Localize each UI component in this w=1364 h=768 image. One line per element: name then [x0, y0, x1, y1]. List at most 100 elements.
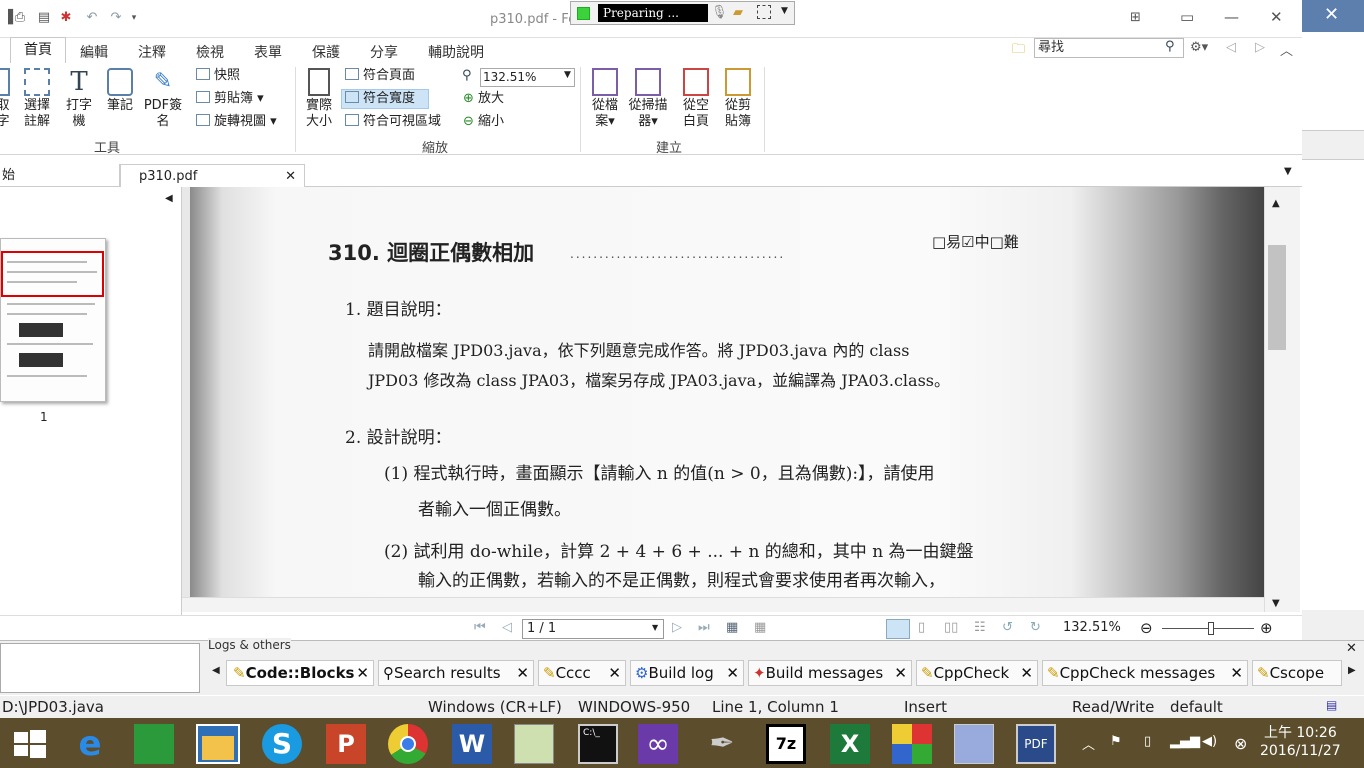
ribbon-typewriter[interactable]: T 打字機: [62, 68, 96, 130]
codeblocks-icon[interactable]: [514, 724, 554, 764]
tab-edit[interactable]: 編輯: [80, 42, 108, 62]
file-explorer-icon[interactable]: [196, 724, 240, 764]
actual-size-button[interactable]: 實際大小: [302, 68, 336, 130]
snapshot-button[interactable]: 快照: [196, 66, 240, 86]
from-blank-button[interactable]: 從空白頁: [678, 68, 714, 130]
volume-icon[interactable]: ◀): [1202, 734, 1217, 749]
rotate-left-icon[interactable]: ↺: [1002, 620, 1013, 635]
close-icon[interactable]: ✕: [1270, 8, 1283, 26]
zoom-out-button[interactable]: ⊖ 縮小: [463, 112, 504, 132]
undo-icon[interactable]: ↶: [84, 10, 100, 26]
log-tab-build-messages[interactable]: ✦Build messages ✕: [748, 660, 912, 686]
close-icon[interactable]: ✕: [894, 661, 907, 685]
start-button[interactable]: [10, 724, 50, 764]
7zip-icon[interactable]: 7z: [766, 724, 806, 764]
tab-form[interactable]: 表單: [254, 42, 282, 62]
close-icon[interactable]: ✕: [608, 661, 621, 685]
zoom-select[interactable]: 132.51%: [480, 68, 575, 87]
ribbon-extract-text[interactable]: 取字: [0, 68, 12, 130]
first-page-icon[interactable]: ⏮: [474, 620, 486, 635]
continuous-icon[interactable]: ▯: [918, 620, 925, 635]
scrollbar-thumb[interactable]: [1268, 245, 1286, 350]
clock[interactable]: 上午 10:26 2016/11/27: [1260, 724, 1341, 760]
notepad-icon[interactable]: [954, 724, 994, 764]
ribbon-pdf-sign[interactable]: ✎ PDF簽名: [143, 68, 183, 130]
last-page-icon[interactable]: ⏭: [698, 620, 710, 635]
battery-icon[interactable]: ▯: [1144, 734, 1151, 749]
customize-icon[interactable]: ▾: [126, 10, 142, 26]
next-page-icon[interactable]: ▷: [672, 620, 682, 635]
tab-comment[interactable]: 注釋: [138, 42, 166, 62]
close-icon[interactable]: ✕: [726, 661, 739, 685]
rotate-right-icon[interactable]: ↻: [1030, 620, 1041, 635]
next-result-icon[interactable]: ▷: [1255, 40, 1265, 55]
close-icon[interactable]: ✕: [356, 661, 369, 685]
log-tab-cppcheck-messages[interactable]: ✎CppCheck messages ✕: [1042, 660, 1248, 686]
redo-icon[interactable]: ↷: [108, 10, 124, 26]
close-icon[interactable]: ✕: [1324, 4, 1339, 25]
page-thumbnail[interactable]: [0, 238, 106, 402]
log-tab-cccc[interactable]: ✎Cccc ✕: [538, 660, 626, 686]
single-page-icon[interactable]: [886, 619, 910, 639]
fit-page-button[interactable]: 符合頁面: [345, 66, 415, 86]
from-scanner-button[interactable]: 從掃描器▾: [628, 68, 668, 130]
ribbon-note[interactable]: 筆記: [103, 68, 137, 114]
page-view-icon[interactable]: ▦: [754, 620, 766, 635]
close-icon[interactable]: ✕: [1230, 661, 1243, 685]
log-tab-build-log[interactable]: ⚙Build log ✕: [630, 660, 744, 686]
flag-icon[interactable]: ⚑: [1110, 734, 1122, 749]
scroll-down-icon[interactable]: ▼: [1272, 598, 1280, 609]
close-icon[interactable]: ✕: [1346, 641, 1357, 656]
new-icon[interactable]: ✱: [58, 10, 74, 26]
ribbon-select-annotation[interactable]: 選擇註解: [20, 68, 54, 130]
zoom-in-icon[interactable]: ⊕: [1260, 619, 1273, 637]
chevron-down-icon[interactable]: ▼: [652, 623, 658, 632]
collapse-ribbon-icon[interactable]: ︿: [1280, 40, 1293, 59]
visual-studio-icon[interactable]: ∞: [638, 724, 678, 764]
from-file-button[interactable]: 從檔案▾: [588, 68, 622, 130]
tab-share[interactable]: 分享: [370, 42, 398, 62]
feather-icon[interactable]: ✒: [702, 724, 742, 764]
collapse-panel-icon[interactable]: ◀: [165, 193, 173, 204]
rotate-view-button[interactable]: 旋轉視圖 ▾: [196, 112, 277, 132]
page-view-icon[interactable]: ▦: [726, 620, 738, 635]
region-icon[interactable]: [757, 5, 771, 19]
folder-search-icon[interactable]: 🗀: [1012, 40, 1025, 62]
close-icon[interactable]: ✕: [1020, 661, 1033, 685]
microphone-icon[interactable]: 🎙: [711, 5, 728, 20]
network-icon[interactable]: ▂▄▆: [1170, 734, 1200, 749]
chevron-down-icon[interactable]: ▼: [564, 70, 571, 80]
tab-protect[interactable]: 保護: [312, 42, 340, 62]
internet-explorer-icon[interactable]: e: [70, 724, 110, 764]
page-number-input[interactable]: 1 / 1: [522, 619, 664, 639]
prev-page-icon[interactable]: ◁: [502, 620, 512, 635]
foxit-reader-icon[interactable]: PDF: [1016, 724, 1056, 764]
save-icon[interactable]: ▤: [36, 10, 52, 26]
notification-icon[interactable]: ⊗: [1234, 734, 1247, 753]
word-icon[interactable]: W: [452, 724, 492, 764]
chevron-down-icon[interactable]: ▼: [781, 6, 788, 16]
close-tab-icon[interactable]: ✕: [285, 165, 296, 189]
store-icon[interactable]: [134, 724, 174, 764]
horizontal-scrollbar[interactable]: [182, 597, 1264, 612]
prev-result-icon[interactable]: ◁: [1226, 40, 1236, 55]
from-clipboard-button[interactable]: 從剪貼簿: [720, 68, 756, 130]
windows-logo-icon[interactable]: [892, 724, 932, 764]
minimize-icon[interactable]: —: [1224, 8, 1239, 26]
zoom-in-button[interactable]: ⊕ 放大: [463, 89, 504, 109]
print-icon[interactable]: ⎙: [12, 10, 28, 26]
log-tab-codeblocks[interactable]: ✎Code::Blocks ✕: [226, 660, 374, 686]
zoom-out-icon[interactable]: ⊖: [1140, 619, 1153, 637]
search-input[interactable]: 尋找: [1034, 38, 1184, 58]
fit-visible-button[interactable]: 符合可視區域: [345, 112, 441, 132]
log-tab-cscope[interactable]: ✎Cscope: [1252, 660, 1342, 686]
tab-list-icon[interactable]: ▼: [1284, 166, 1292, 177]
facing-icon[interactable]: ▯▯: [944, 620, 958, 635]
fit-width-button[interactable]: 符合寬度: [345, 89, 415, 109]
tab-scroll-left-icon[interactable]: ◀: [212, 665, 220, 676]
clipboard-button[interactable]: 剪貼簿 ▾: [196, 89, 264, 109]
command-prompt-icon[interactable]: C:\_: [578, 724, 618, 764]
powerpoint-icon[interactable]: P: [326, 724, 366, 764]
tab-start[interactable]: 始: [0, 164, 120, 188]
scroll-up-icon[interactable]: ▲: [1272, 198, 1280, 209]
